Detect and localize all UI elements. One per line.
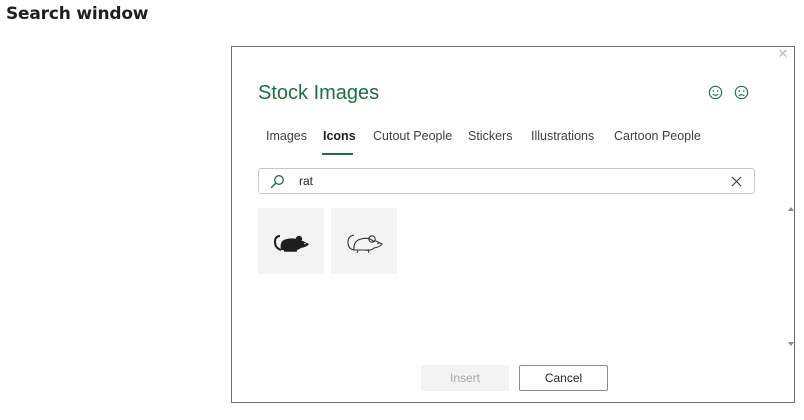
rat-outline-icon <box>347 234 383 254</box>
result-tile[interactable] <box>258 208 324 274</box>
active-tab-indicator <box>322 153 353 155</box>
search-icon <box>270 175 284 189</box>
smile-face-icon[interactable] <box>708 85 723 100</box>
tab-icons[interactable]: Icons <box>323 129 356 143</box>
scroll-down-arrow[interactable] <box>788 342 794 346</box>
close-icon[interactable]: ✕ <box>776 47 790 61</box>
tab-illustrations[interactable]: Illustrations <box>531 129 594 143</box>
search-input[interactable] <box>299 172 719 190</box>
dialog-title: Stock Images <box>258 82 380 104</box>
tab-cutout-people[interactable]: Cutout People <box>373 129 452 143</box>
cancel-button[interactable]: Cancel <box>519 365 608 391</box>
scroll-up-arrow[interactable] <box>788 207 794 211</box>
tab-images[interactable]: Images <box>266 129 307 143</box>
clear-search-icon[interactable] <box>731 176 742 187</box>
search-box <box>258 168 755 194</box>
rat-filled-icon <box>273 235 309 252</box>
tab-cartoon-people[interactable]: Cartoon People <box>614 129 701 143</box>
result-tile[interactable] <box>331 208 397 274</box>
stock-images-dialog: ✕ Stock Images Images Icons Cutout Peopl… <box>231 46 795 403</box>
insert-button[interactable]: Insert <box>421 365 509 391</box>
page-heading: Search window <box>6 4 149 24</box>
frown-face-icon[interactable] <box>734 85 749 100</box>
tab-stickers[interactable]: Stickers <box>468 129 512 143</box>
